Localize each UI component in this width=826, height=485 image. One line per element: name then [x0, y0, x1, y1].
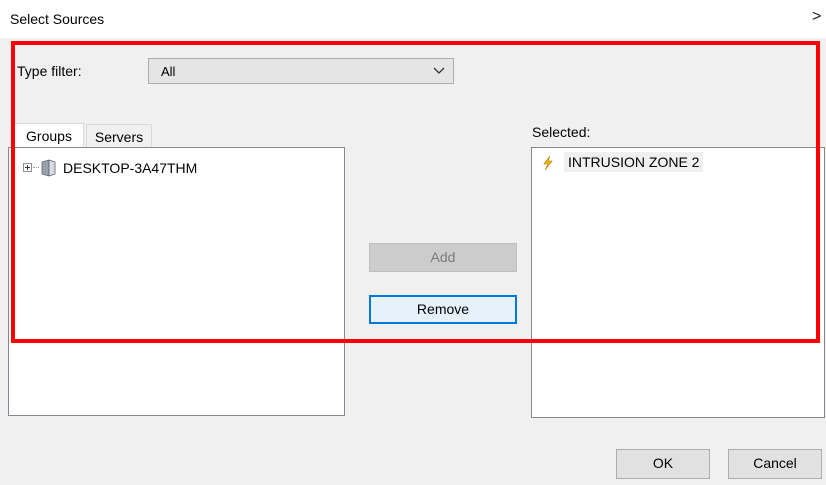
- close-icon[interactable]: >: [812, 8, 821, 26]
- add-button[interactable]: Add: [369, 243, 517, 272]
- tab-servers[interactable]: Servers: [86, 124, 152, 147]
- expand-icon[interactable]: [23, 163, 32, 172]
- tree-connector: [33, 167, 39, 168]
- remove-button[interactable]: Remove: [369, 295, 517, 324]
- chevron-down-icon: [433, 67, 445, 74]
- list-item-label: INTRUSION ZONE 2: [564, 152, 704, 172]
- type-filter-value: All: [161, 64, 176, 79]
- title-bar: Select Sources >: [0, 0, 826, 38]
- type-filter-dropdown[interactable]: All: [148, 58, 454, 84]
- dialog-title: Select Sources: [10, 11, 105, 27]
- selected-list-panel[interactable]: INTRUSION ZONE 2: [531, 147, 825, 418]
- type-filter-label: Type filter:: [17, 63, 82, 79]
- ok-button[interactable]: OK: [616, 449, 710, 479]
- cancel-button[interactable]: Cancel: [728, 449, 822, 479]
- intrusion-zone-icon: [543, 155, 553, 171]
- groups-tree-panel[interactable]: DESKTOP-3A47THM: [8, 147, 345, 416]
- tab-groups[interactable]: Groups: [14, 123, 84, 147]
- server-icon: [41, 159, 56, 177]
- selected-label: Selected:: [532, 124, 591, 140]
- tab-servers-label: Servers: [94, 129, 144, 145]
- tab-groups-label: Groups: [26, 128, 72, 144]
- tree-item-label: DESKTOP-3A47THM: [63, 160, 198, 176]
